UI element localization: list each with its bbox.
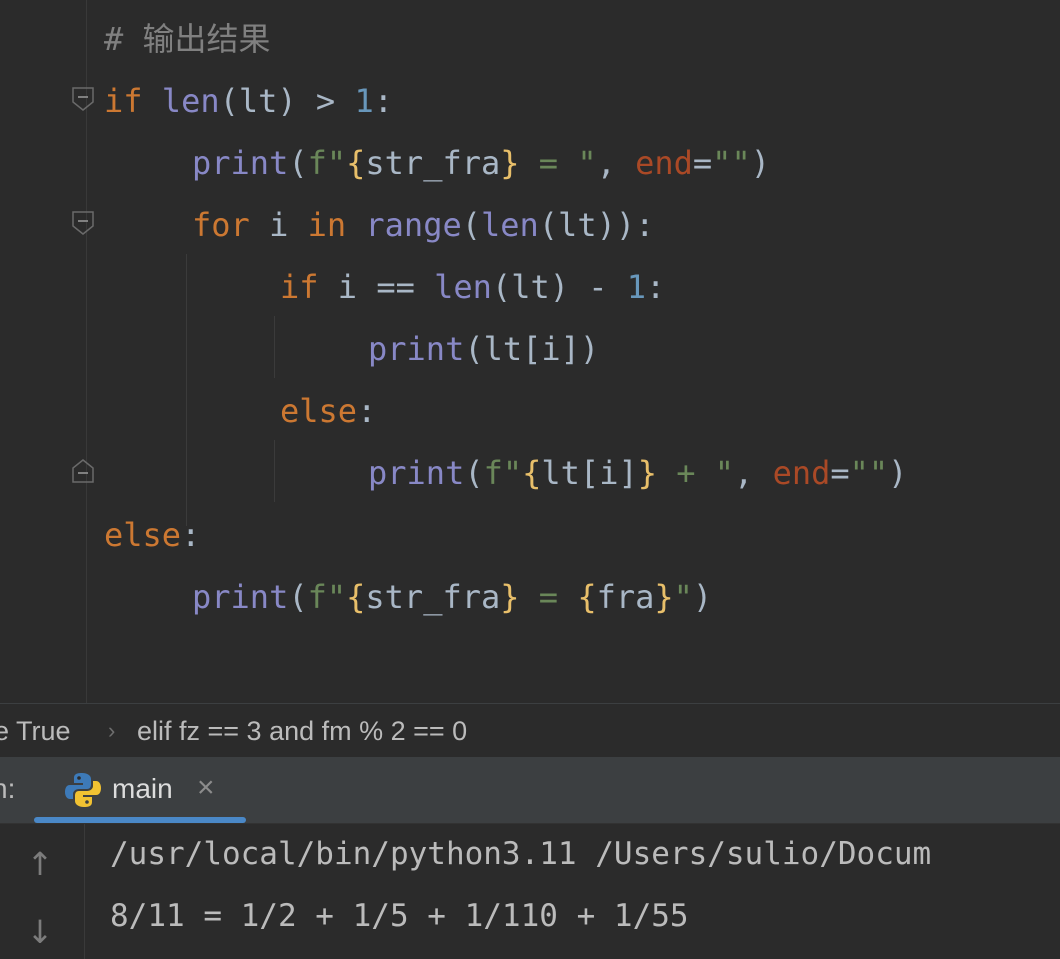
code-token: = " bbox=[519, 144, 597, 182]
code-token: = bbox=[519, 578, 578, 616]
code-token: range bbox=[365, 206, 462, 244]
code-token: lt[i] bbox=[541, 454, 638, 492]
python-icon bbox=[64, 771, 102, 809]
code-token: str_fra bbox=[365, 144, 501, 182]
code-token: 1 bbox=[354, 82, 374, 120]
code-line[interactable]: else: bbox=[104, 504, 200, 566]
code-token: ( bbox=[288, 144, 308, 182]
code-token: { bbox=[577, 578, 597, 616]
code-token: end bbox=[772, 454, 831, 492]
code-token: print bbox=[368, 330, 465, 368]
code-token: 1 bbox=[626, 268, 647, 306]
code-token: # 输出结果 bbox=[104, 20, 271, 58]
code-token: if bbox=[280, 268, 338, 306]
code-token: len bbox=[434, 268, 492, 306]
code-line[interactable]: print(f"{lt[i]} + ", end="") bbox=[368, 442, 907, 504]
code-token: } bbox=[637, 454, 657, 492]
code-line[interactable]: print(f"{str_fra} = {fra}") bbox=[192, 566, 712, 628]
code-token: , bbox=[596, 144, 636, 182]
run-label: n: bbox=[0, 773, 16, 804]
code-token: ( bbox=[464, 454, 484, 492]
code-token: ) bbox=[750, 144, 770, 182]
code-token: f" bbox=[307, 144, 347, 182]
code-token: i bbox=[269, 206, 308, 244]
code-token: } bbox=[500, 578, 520, 616]
code-token: { bbox=[522, 454, 542, 492]
code-line[interactable]: # 输出结果 bbox=[104, 8, 271, 70]
code-token: f" bbox=[307, 578, 347, 616]
code-token: ) bbox=[692, 578, 713, 616]
code-token: ) bbox=[888, 454, 908, 492]
code-token: : bbox=[181, 516, 201, 554]
code-token: } bbox=[654, 578, 674, 616]
breadcrumb-item[interactable]: elif fz == 3 and fm % 2 == 0 bbox=[137, 704, 467, 758]
code-token: for bbox=[192, 206, 270, 244]
code-token: print bbox=[192, 578, 289, 616]
code-token: if bbox=[104, 82, 162, 120]
code-token: str_fra bbox=[365, 578, 501, 616]
code-token: else bbox=[280, 392, 358, 430]
code-editor[interactable]: # 输出结果 if len(lt) > 1: print(f"{str_fra} =… bbox=[0, 0, 1060, 703]
code-token: else bbox=[104, 516, 182, 554]
console-toolbar: ↑ ↓ bbox=[0, 824, 85, 959]
code-token: ( bbox=[461, 206, 481, 244]
run-tool-header: n: main × bbox=[0, 757, 1060, 823]
fold-open-icon[interactable] bbox=[72, 211, 94, 235]
fold-end-icon[interactable] bbox=[72, 459, 94, 483]
scroll-down-icon[interactable]: ↓ bbox=[22, 912, 58, 952]
code-token: print bbox=[192, 144, 289, 182]
code-token: " bbox=[673, 578, 693, 616]
code-token: len bbox=[161, 82, 220, 120]
code-token: ( bbox=[288, 578, 308, 616]
code-token: (lt[i]) bbox=[464, 330, 600, 368]
indent-guide bbox=[274, 316, 275, 378]
code-token: = bbox=[692, 144, 713, 182]
code-line[interactable]: for i in range(len(lt)): bbox=[192, 194, 654, 256]
code-token: "" bbox=[849, 454, 889, 492]
code-token: (lt) - bbox=[491, 268, 627, 306]
code-line[interactable]: print(lt[i]) bbox=[368, 318, 599, 380]
code-token: "" bbox=[712, 144, 751, 182]
code-token: , bbox=[734, 454, 773, 492]
code-token: : bbox=[373, 82, 393, 120]
code-token: in bbox=[307, 206, 366, 244]
close-icon[interactable]: × bbox=[197, 771, 215, 805]
fold-open-icon[interactable] bbox=[72, 87, 94, 111]
code-token: } bbox=[500, 144, 520, 182]
console-output-line: /usr/local/bin/python3.11 /Users/sulio/D… bbox=[110, 836, 932, 872]
code-token: i == bbox=[337, 268, 435, 306]
code-token: f" bbox=[483, 454, 523, 492]
code-token: : bbox=[646, 268, 666, 306]
console-output-line: 8/11 = 1/2 + 1/5 + 1/110 + 1/55 bbox=[110, 898, 689, 934]
breadcrumb-item[interactable]: e True bbox=[0, 704, 71, 758]
breadcrumb: e True › elif fz == 3 and fm % 2 == 0 bbox=[0, 703, 1060, 758]
run-console[interactable]: ↑ ↓ /usr/local/bin/python3.11 /Users/sul… bbox=[0, 823, 1060, 959]
code-token: fra bbox=[596, 578, 655, 616]
code-token: print bbox=[368, 454, 465, 492]
tab-main-label: main bbox=[112, 773, 173, 804]
code-line[interactable]: if len(lt) > 1: bbox=[104, 70, 393, 132]
indent-guide bbox=[274, 440, 275, 502]
code-token: : bbox=[357, 392, 377, 430]
code-token: (lt)): bbox=[538, 206, 655, 244]
code-token: { bbox=[346, 578, 366, 616]
code-token: len bbox=[480, 206, 539, 244]
code-token: (lt) > bbox=[219, 82, 355, 120]
code-line[interactable]: print(f"{str_fra} = ", end="") bbox=[192, 132, 770, 194]
breadcrumb-separator: › bbox=[108, 718, 116, 743]
code-line[interactable]: if i == len(lt) - 1: bbox=[280, 256, 665, 318]
code-token: { bbox=[346, 144, 366, 182]
indent-guide bbox=[186, 254, 187, 526]
scroll-up-icon[interactable]: ↑ bbox=[22, 844, 58, 884]
code-token: + " bbox=[656, 454, 735, 492]
code-line[interactable]: else: bbox=[280, 380, 376, 442]
code-token: = bbox=[830, 454, 850, 492]
code-token: end bbox=[635, 144, 693, 182]
